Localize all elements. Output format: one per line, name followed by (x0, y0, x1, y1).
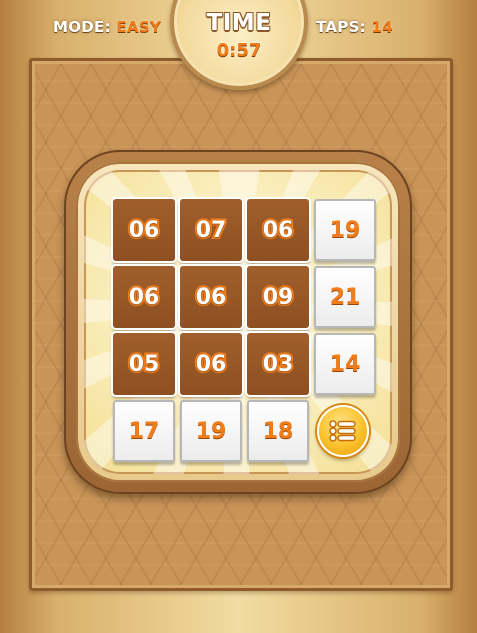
tile[interactable]: 18 (247, 400, 309, 462)
menu-button[interactable] (317, 405, 369, 457)
tile[interactable]: 06 (180, 333, 242, 395)
list-menu-icon (329, 420, 356, 442)
tile[interactable]: 21 (314, 266, 376, 328)
mode-label: MODE: (53, 18, 111, 36)
tile[interactable]: 19 (314, 199, 376, 261)
tile[interactable]: 06 (247, 199, 309, 261)
mode-indicator: MODE: EASY (53, 18, 161, 36)
mode-value: EASY (116, 18, 162, 36)
timer-title: TIME (206, 10, 272, 36)
tile[interactable]: 05 (113, 333, 175, 395)
tile[interactable]: 09 (247, 266, 309, 328)
tile[interactable]: 06 (113, 199, 175, 261)
tile[interactable]: 14 (314, 333, 376, 395)
taps-value: 14 (371, 18, 393, 36)
taps-label: TAPS: (316, 18, 366, 36)
tile[interactable]: 03 (247, 333, 309, 395)
tile[interactable]: 17 (113, 400, 175, 462)
taps-counter: TAPS: 14 (316, 18, 393, 36)
tile[interactable]: 06 (180, 266, 242, 328)
tile[interactable]: 06 (113, 266, 175, 328)
tile[interactable]: 19 (180, 400, 242, 462)
timer-value: 0:57 (216, 40, 262, 61)
tile[interactable]: 07 (180, 199, 242, 261)
